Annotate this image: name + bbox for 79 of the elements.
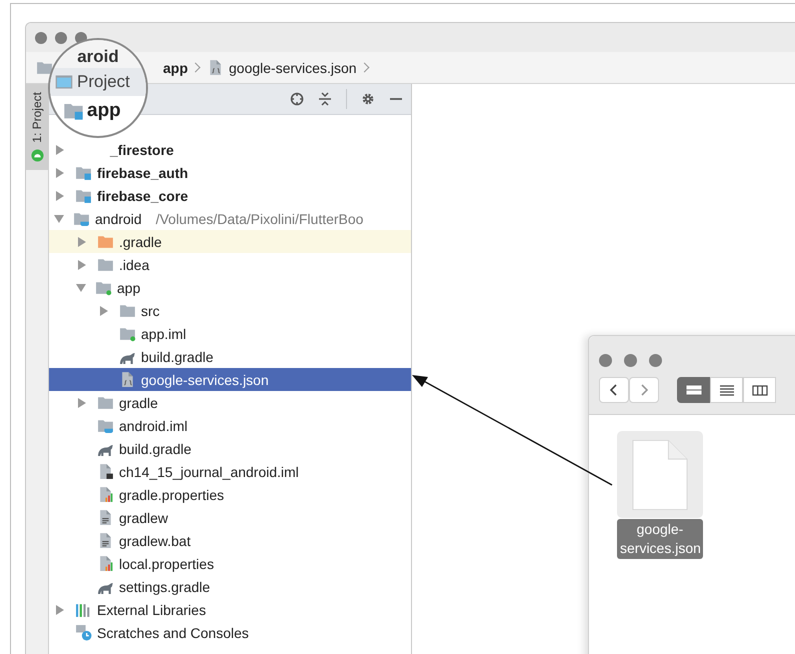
folder-icon: [119, 302, 136, 319]
minimize-button[interactable]: [55, 32, 67, 44]
tree-item[interactable]: gradle.properties: [49, 483, 411, 506]
folder-icon: [73, 210, 90, 227]
expand-arrow-icon[interactable]: [78, 398, 86, 408]
zoom-button[interactable]: [649, 354, 662, 367]
file-chart-icon: [97, 555, 114, 572]
tree-item[interactable]: gradle: [49, 391, 411, 414]
tree-item[interactable]: gradlew: [49, 506, 411, 529]
expand-arrow-icon[interactable]: [100, 306, 108, 316]
icon-view-button[interactable]: [677, 377, 710, 403]
list-view-button[interactable]: [710, 377, 743, 403]
panel-title: Project: [77, 72, 130, 92]
panel-icon: [55, 75, 73, 89]
library-icon: [75, 601, 92, 618]
file-name: google-services.json: [617, 519, 703, 559]
tree-item[interactable]: google-services.json: [49, 368, 411, 391]
folder-icon: [95, 279, 112, 296]
folder-icon: [97, 394, 114, 411]
breadcrumb-item[interactable]: google-services.json: [228, 60, 357, 76]
tree-item[interactable]: local.properties: [49, 552, 411, 575]
close-button[interactable]: [35, 32, 47, 44]
file-icon: [119, 371, 136, 388]
tree-item[interactable]: src: [49, 299, 411, 322]
expand-arrow-icon[interactable]: [56, 190, 64, 200]
tree-item[interactable]: app: [87, 100, 121, 122]
expand-arrow-icon[interactable]: [78, 260, 86, 270]
tree-item[interactable]: .idea: [49, 253, 411, 276]
expand-arrow-icon[interactable]: [56, 604, 64, 614]
columns-icon: [752, 384, 768, 396]
close-button[interactable]: [599, 354, 612, 367]
tree-item[interactable]: _firestore: [49, 138, 411, 161]
file-icon: [97, 417, 114, 434]
minimize-button[interactable]: [624, 354, 637, 367]
expand-arrow-icon[interactable]: [78, 236, 86, 246]
breadcrumb-item[interactable]: app: [163, 60, 188, 76]
folder-icon: [97, 256, 114, 273]
file-icon: [119, 325, 136, 342]
column-view-button[interactable]: [743, 377, 776, 403]
text-file-icon: [97, 509, 114, 526]
folder-icon: [36, 59, 53, 76]
collapse-arrow-icon[interactable]: [76, 284, 86, 292]
tree-item[interactable]: build.gradle: [49, 345, 411, 368]
locate-icon[interactable]: [290, 92, 304, 106]
tree-item[interactable]: app: [49, 276, 411, 299]
chevron-right-icon: [639, 383, 649, 397]
back-button[interactable]: [599, 377, 629, 403]
module-label: firebase_auth: [97, 164, 188, 180]
file-icon: [97, 463, 114, 480]
tree-item[interactable]: android /Volumes/Data/Pixolini/FlutterBoo: [49, 207, 411, 230]
chevron-left-icon: [609, 383, 619, 397]
grid-icon: [686, 384, 702, 396]
tree-item[interactable]: gradlew.bat: [49, 529, 411, 552]
tree-item[interactable]: External Libraries: [49, 598, 411, 621]
path-label: /Volumes/Data/Pixolini/FlutterBoo: [156, 210, 364, 226]
tree-item[interactable]: settings.gradle: [49, 575, 411, 598]
clock-icon: [75, 624, 92, 641]
settings-icon[interactable]: [361, 92, 375, 106]
tree-item[interactable]: Scratches and Consoles: [49, 621, 411, 644]
tree-item[interactable]: firebase_core: [49, 184, 411, 207]
list-icon: [718, 384, 734, 396]
folder-icon: [75, 187, 92, 204]
android-icon: [30, 148, 44, 162]
tree-item[interactable]: app.iml: [49, 322, 411, 345]
module-label: firebase_core: [97, 188, 188, 204]
expand-arrow-icon[interactable]: [56, 144, 64, 154]
folder-icon: [75, 164, 92, 181]
tree-item[interactable]: android.iml: [49, 414, 411, 437]
folder-icon: [97, 233, 114, 250]
side-tab[interactable]: 1: Project: [26, 84, 48, 170]
tree-item[interactable]: build.gradle: [49, 437, 411, 460]
tree-item[interactable]: .gradle: [49, 230, 411, 253]
module-label: _firestore: [110, 142, 174, 158]
file-chart-icon: [97, 486, 114, 503]
collapse-all-icon[interactable]: [318, 92, 332, 106]
text-file-icon: [97, 532, 114, 549]
expand-arrow-icon[interactable]: [56, 168, 64, 178]
tree-item[interactable]: ch14_15_journal_android.iml: [49, 460, 411, 483]
tree-item[interactable]: firebase_auth: [49, 161, 411, 184]
